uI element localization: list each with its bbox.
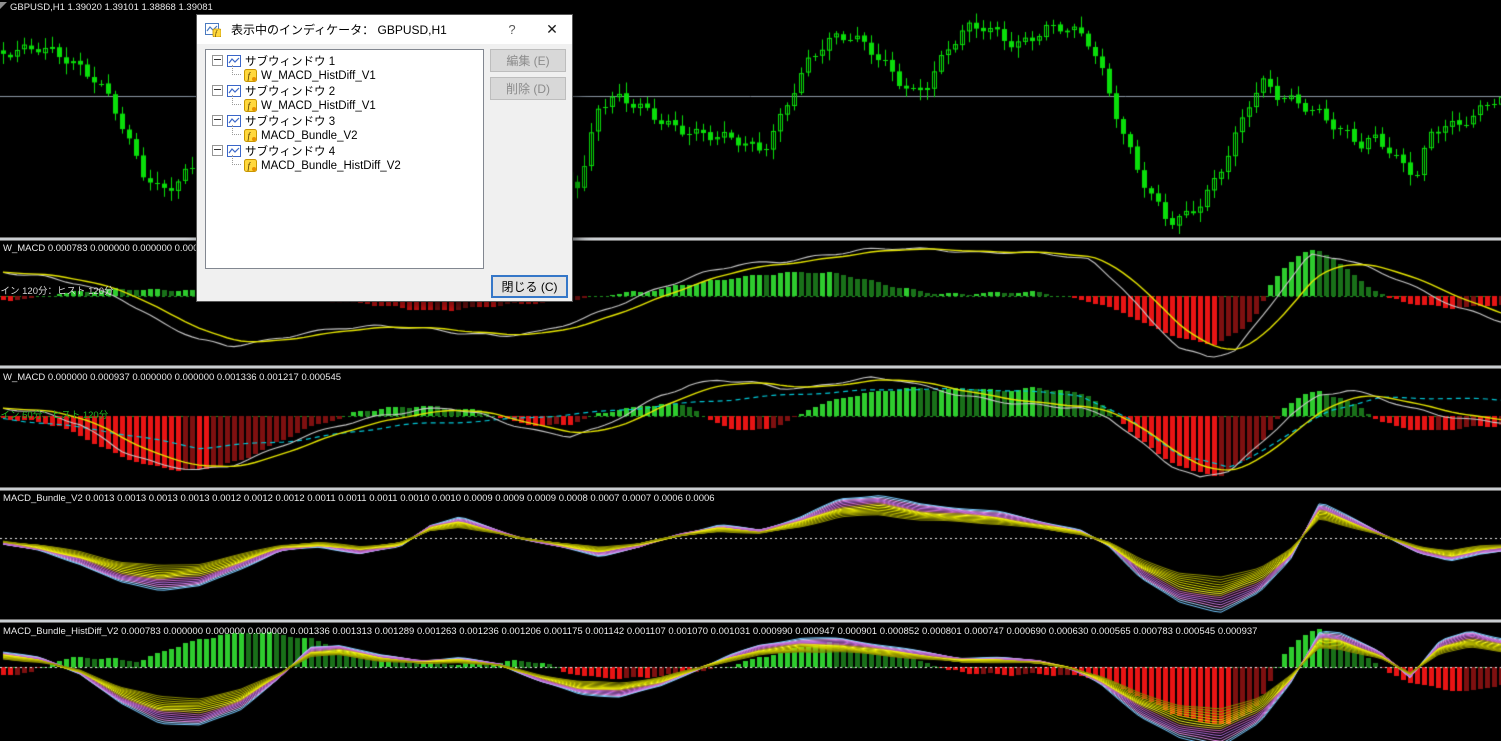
main-chart-label: GBPUSD,H1 1.39020 1.39101 1.38868 1.3908… bbox=[10, 2, 213, 13]
close-button[interactable]: 閉じる (C) bbox=[491, 275, 568, 298]
tree-node-subwindow-2[interactable]: サブウィンドウ 2 bbox=[206, 83, 483, 98]
subwindow-divider[interactable] bbox=[0, 365, 1501, 369]
subwindow-node-label: サブウィンドウ 3 bbox=[245, 115, 336, 128]
delete-button[interactable]: 削除 (D) bbox=[490, 77, 566, 100]
indicator-node-label: W_MACD_HistDiff_V1 bbox=[261, 99, 376, 112]
close-x-button[interactable]: ✕ bbox=[532, 15, 572, 44]
tree-connector bbox=[232, 155, 241, 165]
indicator-list-dialog: f 表示中のインディケータ： GBPUSD,H1 ? ✕ サブウィンドウ 1fW… bbox=[196, 14, 573, 302]
help-button[interactable]: ? bbox=[492, 15, 532, 44]
subwindow-node-label: サブウィンドウ 4 bbox=[245, 145, 336, 158]
indicator-fx-icon: f bbox=[244, 159, 257, 172]
tree-node-subwindow-1[interactable]: サブウィンドウ 1 bbox=[206, 53, 483, 68]
subwindow-node-label: サブウィンドウ 2 bbox=[245, 85, 336, 98]
subwindow4-label: MACD_Bundle_HistDiff_V2 0.000783 0.00000… bbox=[3, 626, 1258, 637]
subwindow-divider[interactable] bbox=[0, 487, 1501, 491]
chart-shift-marker-icon bbox=[0, 2, 7, 9]
mt4-chart-window: GBPUSD,H1 1.39020 1.39101 1.38868 1.3908… bbox=[0, 0, 1501, 741]
dialog-icon: f bbox=[205, 22, 221, 37]
dialog-titlebar[interactable]: f 表示中のインディケータ： GBPUSD,H1 ? ✕ bbox=[197, 15, 572, 44]
indicator-node-label: MACD_Bundle_V2 bbox=[261, 129, 358, 142]
indicator-tree[interactable]: サブウィンドウ 1 f W_MACD_HistDiff_V1 サブウィンドウ 2 f W_… bbox=[205, 49, 484, 269]
indicator-fx-icon: f bbox=[244, 99, 257, 112]
tree-node-indicator[interactable]: f W_MACD_HistDiff_V1 bbox=[206, 95, 483, 113]
indicator-node-label: W_MACD_HistDiff_V1 bbox=[261, 69, 376, 82]
indicator-fx-icon: f bbox=[244, 69, 257, 82]
tree-node-indicator[interactable]: f MACD_Bundle_V2 bbox=[206, 125, 483, 143]
tree-connector bbox=[232, 65, 241, 75]
tree-node-subwindow-3[interactable]: サブウィンドウ 3 bbox=[206, 113, 483, 128]
subwindow2-label: W_MACD 0.000000 0.000937 0.000000 0.0000… bbox=[3, 372, 342, 383]
indicator-fx-icon: f bbox=[244, 129, 257, 142]
collapse-icon[interactable] bbox=[212, 115, 223, 126]
collapse-icon[interactable] bbox=[212, 145, 223, 156]
tree-connector bbox=[232, 95, 241, 105]
tree-node-indicator[interactable]: f MACD_Bundle_HistDiff_V2 bbox=[206, 155, 483, 173]
collapse-icon[interactable] bbox=[212, 85, 223, 96]
tree-node-subwindow-4[interactable]: サブウィンドウ 4 bbox=[206, 143, 483, 158]
tree-connector bbox=[232, 125, 241, 135]
dialog-title: 表示中のインディケータ： GBPUSD,H1 bbox=[231, 23, 447, 37]
collapse-icon[interactable] bbox=[212, 55, 223, 66]
subwindow2-param-label: ライン 60分：ヒスト 120分 bbox=[0, 410, 109, 421]
subwindow-node-label: サブウィンドウ 1 bbox=[245, 55, 336, 68]
subwindow-divider[interactable] bbox=[0, 619, 1501, 623]
subwindow3-label: MACD_Bundle_V2 0.0013 0.0013 0.0013 0.00… bbox=[3, 493, 715, 504]
tree-node-indicator[interactable]: f W_MACD_HistDiff_V1 bbox=[206, 65, 483, 83]
indicator-node-label: MACD_Bundle_HistDiff_V2 bbox=[261, 159, 401, 172]
edit-button[interactable]: 編集 (E) bbox=[490, 49, 566, 72]
subwindow1-param-label: ライン 120分：ヒスト 120分 bbox=[0, 286, 114, 297]
